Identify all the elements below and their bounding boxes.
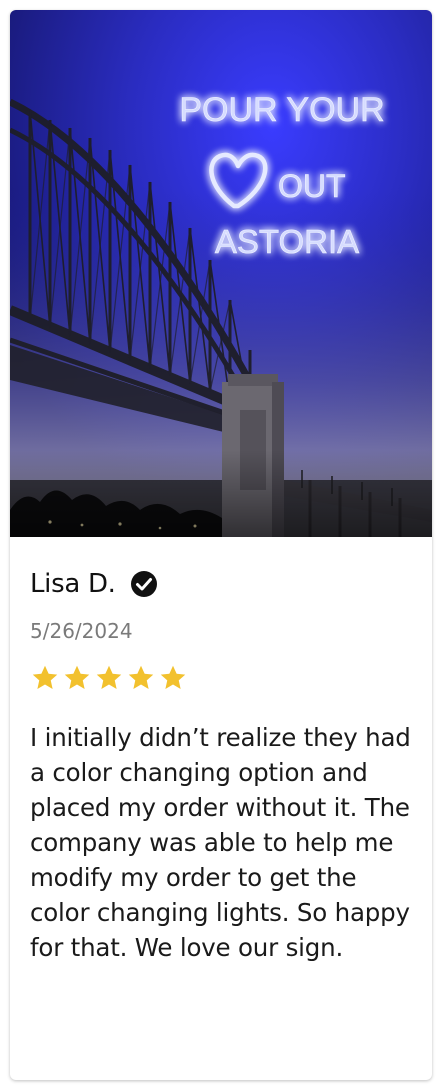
sign-line-1: POUR YOUR — [179, 91, 384, 129]
reviewer-name: Lisa D. — [30, 569, 116, 599]
review-photo[interactable]: POUR YOUR OUT ASTORIA — [10, 10, 432, 537]
star-icon — [158, 663, 188, 693]
reviewer-row: Lisa D. — [30, 567, 158, 601]
verified-check-icon — [130, 570, 158, 598]
star-icon — [62, 663, 92, 693]
review-card: POUR YOUR OUT ASTORIA Lisa D. 5/26/2024 … — [10, 10, 432, 1080]
star-icon — [94, 663, 124, 693]
star-rating — [30, 663, 188, 693]
review-date: 5/26/2024 — [30, 619, 133, 643]
sign-line-2: OUT — [278, 168, 346, 204]
star-icon — [126, 663, 156, 693]
sign-line-3: ASTORIA — [215, 223, 359, 260]
star-icon — [30, 663, 60, 693]
review-text: I initially didn’t realize they had a co… — [30, 723, 411, 962]
